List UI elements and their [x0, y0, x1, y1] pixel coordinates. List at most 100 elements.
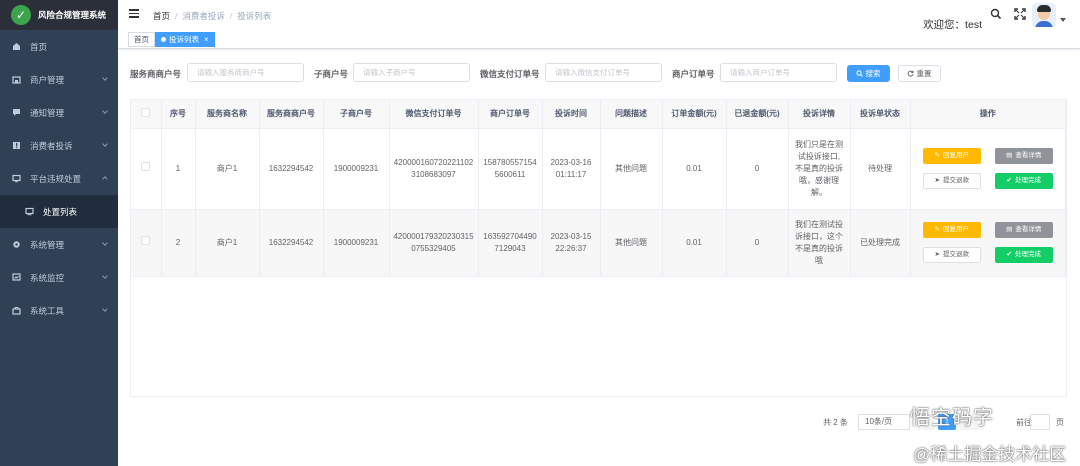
caret-down-icon[interactable] [1060, 18, 1066, 22]
monitor-icon [11, 174, 21, 183]
mch-order-label: 商户订单号 [672, 69, 715, 79]
breadcrumb-separator: / [175, 11, 178, 21]
complete-button[interactable]: ✔ 处理完成 [994, 173, 1053, 189]
reply-icon: ✎ [934, 152, 940, 159]
time-date: 2023-03-16 [550, 157, 592, 167]
row-checkbox[interactable] [141, 236, 151, 245]
column-header: 操作 [910, 100, 1066, 129]
tags-view: 首页 投诉列表 × [118, 30, 1080, 49]
logo[interactable]: ✓ 风险合规管理系统 [0, 0, 118, 30]
view-detail-button[interactable]: ▤ 查看详情 [994, 148, 1053, 164]
row-checkbox[interactable] [141, 162, 151, 171]
chevron-down-icon [102, 240, 108, 246]
sp-mchid-label: 服务商商户号 [130, 69, 182, 79]
sidebar-item-complaints[interactable]: 消费者投诉 [0, 129, 118, 162]
cell-sub-mchid: 1900009231 [323, 209, 390, 277]
tag-home[interactable]: 首页 [128, 32, 155, 47]
dashboard-icon [11, 42, 21, 51]
reply-user-button[interactable]: ✎ 回复用户 [922, 222, 981, 238]
search-button[interactable]: 搜索 [847, 65, 890, 82]
submit-refund-button[interactable]: ➤ 提交退款 [922, 173, 981, 189]
sidebar-item-home[interactable]: 首页 [0, 30, 118, 63]
sub-mchid-input[interactable] [353, 63, 470, 82]
mch-order-input[interactable] [720, 63, 837, 82]
sidebar-item-merchants[interactable]: 商户管理 [0, 63, 118, 96]
check-circle-icon: ✔ [1006, 177, 1012, 184]
app-title: 风险合规管理系统 [38, 10, 107, 20]
cell-detail: 我们只是在测试投诉接口,不是真的投诉哦，感谢理解。 [788, 128, 851, 210]
sidebar-item-disposal-list[interactable]: 处置列表 [0, 195, 118, 228]
cell-refund: 0 [726, 128, 789, 210]
sidebar-item-label: 系统工具 [30, 305, 65, 316]
submit-refund-button[interactable]: ➤ 提交退款 [922, 247, 981, 263]
cell-index: 2 [161, 209, 196, 277]
cell-mch-order: 1587805571545600611 [478, 128, 543, 210]
close-icon[interactable]: × [204, 35, 209, 44]
row-select-cell [131, 128, 162, 210]
wx-order-input[interactable] [545, 63, 662, 82]
message-icon [11, 108, 21, 117]
watermark-top: 悟空码字 [910, 407, 994, 429]
complete-button[interactable]: ✔ 处理完成 [994, 247, 1053, 263]
column-header: 订单金额(元) [662, 100, 727, 129]
gear-icon [11, 240, 21, 249]
select-all-checkbox[interactable] [141, 108, 151, 118]
cell-wx-order: 4200001607202211023108683097 [389, 128, 479, 210]
sidebar-item-system-monitor[interactable]: 系统监控 [0, 261, 118, 294]
cell-status: 已处理完成 [850, 209, 911, 277]
cell-amount: 0.01 [662, 209, 727, 277]
breadcrumb-home[interactable]: 首页 [153, 10, 170, 22]
sidebar-item-system-tools[interactable]: 系统工具 [0, 294, 118, 327]
document-icon: ▤ [1006, 152, 1013, 159]
reply-user-button[interactable]: ✎ 回复用户 [922, 148, 981, 164]
chevron-down-icon [102, 141, 108, 147]
time-date: 2023-03-15 [550, 231, 592, 241]
list-icon [24, 207, 34, 216]
page-size-select[interactable]: 10条/页 [858, 414, 910, 430]
sidebar-item-label: 消费者投诉 [30, 140, 73, 151]
chart-icon [11, 273, 21, 282]
fullscreen-icon[interactable] [1014, 8, 1026, 20]
sidebar-item-system-management[interactable]: 系统管理 [0, 228, 118, 261]
sidebar-item-notifications[interactable]: 通知管理 [0, 96, 118, 129]
tag-complaint-list[interactable]: 投诉列表 × [155, 32, 215, 47]
hamburger-icon[interactable] [129, 9, 139, 18]
pagination-total: 共 2 条 [823, 418, 848, 427]
sidebar-item-label: 首页 [30, 41, 48, 52]
send-icon: ➤ [934, 251, 940, 258]
reply-icon: ✎ [934, 226, 940, 233]
reset-button[interactable]: 重置 [898, 65, 941, 82]
sub-mchid-label: 子商户号 [314, 69, 349, 79]
tag-label: 投诉列表 [169, 35, 199, 44]
column-header: 子商户号 [323, 100, 390, 129]
logo-check-icon: ✓ [11, 5, 31, 25]
jump-page-input[interactable] [1030, 414, 1050, 430]
sidebar-item-violations[interactable]: 平台违规处置 [0, 162, 118, 195]
cell-detail: 我们在测试投诉接口，这个不是真的投诉哦 [788, 209, 851, 277]
cell-sp-mchid: 1632294542 [259, 209, 324, 277]
chevron-up-icon [102, 176, 108, 182]
column-header: 商户订单号 [478, 100, 543, 129]
chevron-down-icon [102, 306, 108, 312]
column-header: 序号 [161, 100, 196, 129]
row-select-cell [131, 209, 162, 277]
view-detail-button[interactable]: ▤ 查看详情 [994, 222, 1053, 238]
breadcrumb: 首页 / 消费者投诉 / 投诉列表 [153, 10, 271, 22]
cell-problem: 其他问题 [600, 128, 663, 210]
cell-time: 2023-03-15 22:26:37 [542, 209, 601, 277]
top-navbar: 首页 / 消费者投诉 / 投诉列表 欢迎您：test [118, 0, 1080, 31]
table-header-row: 序号 服务商名称 服务商商户号 子商户号 微信支付订单号 商户订单号 投诉时间 … [131, 100, 1066, 129]
cell-wx-order: 4200001793202303150755329405 [389, 209, 479, 277]
breadcrumb-complaint-list: 投诉列表 [237, 11, 272, 21]
watermark-bottom: @稀土掘金技术社区 [913, 445, 1067, 464]
check-circle-icon: ✔ [1006, 251, 1012, 258]
document-icon: ▤ [1006, 226, 1013, 233]
reset-button-label: 重置 [916, 69, 932, 78]
cell-amount: 0.01 [662, 128, 727, 210]
chevron-down-icon [102, 273, 108, 279]
page-unit-label: 页 [1056, 418, 1064, 427]
column-header: 投诉单状态 [850, 100, 911, 129]
sp-mchid-input[interactable] [187, 63, 304, 82]
search-icon[interactable] [990, 8, 1002, 20]
avatar[interactable] [1032, 3, 1056, 27]
